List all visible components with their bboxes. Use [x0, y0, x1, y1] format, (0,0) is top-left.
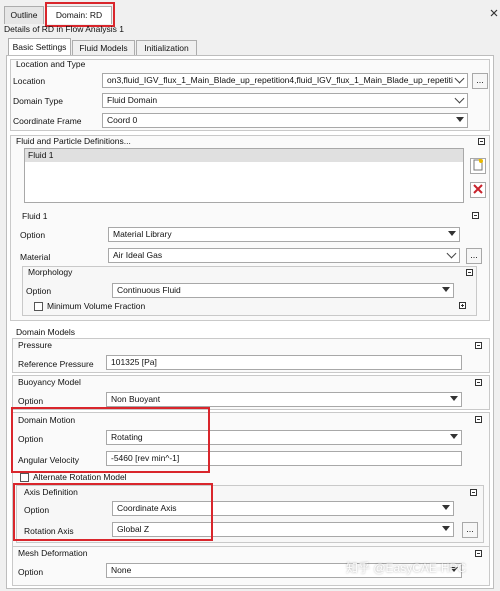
dropdown-arrow-icon	[450, 434, 458, 439]
location-label: Location	[13, 76, 46, 86]
more-label: ...	[476, 75, 484, 85]
tab-outline[interactable]: Outline	[4, 6, 44, 24]
buoyancy-option-value: Non Buoyant	[111, 394, 161, 404]
list-item-label: Fluid 1	[28, 150, 54, 160]
delete-fluid-button[interactable]	[470, 182, 486, 198]
fluid1-title: Fluid 1	[22, 211, 48, 221]
collapse-icon[interactable]	[478, 138, 485, 145]
coord-frame-label: Coordinate Frame	[13, 116, 82, 126]
location-arrow-bg	[453, 74, 467, 87]
mesh-option-value: None	[111, 565, 132, 575]
subtab-initialization[interactable]: Initialization	[136, 40, 197, 56]
subtab-fluid-models-label: Fluid Models	[79, 43, 128, 53]
more-label: ...	[466, 524, 474, 534]
collapse-icon[interactable]	[475, 379, 482, 386]
location-more-button[interactable]: ...	[472, 73, 488, 89]
dropdown-arrow-icon	[442, 526, 450, 531]
collapse-icon[interactable]	[470, 489, 477, 496]
min-volume-label: Minimum Volume Fraction	[47, 301, 146, 311]
domain-type-dropdown[interactable]: Fluid Domain	[102, 93, 468, 108]
more-label: ...	[470, 250, 478, 260]
ref-pressure-input[interactable]: 101325 [Pa]	[106, 355, 462, 370]
alt-rotation-checkbox[interactable]	[20, 473, 29, 482]
mesh-deformation-title: Mesh Deformation	[18, 548, 88, 558]
chevron-down-icon	[454, 94, 465, 104]
location-value: on3,fluid_IGV_flux_1_Main_Blade_up_repet…	[107, 75, 468, 85]
morph-option-label: Option	[26, 286, 52, 296]
chevron-down-icon	[454, 74, 465, 84]
rotation-axis-more-button[interactable]: ...	[462, 522, 478, 538]
material-value: Air Ideal Gas	[113, 250, 163, 260]
new-document-icon	[473, 158, 483, 171]
collapse-icon[interactable]	[475, 342, 482, 349]
ref-pressure-value: 101325 [Pa]	[111, 357, 157, 367]
coord-frame-dropdown[interactable]: Coord 0	[102, 113, 468, 128]
coord-frame-value: Coord 0	[107, 115, 138, 125]
morph-option-value: Continuous Fluid	[117, 285, 181, 295]
morph-option-dropdown[interactable]: Continuous Fluid	[112, 283, 454, 298]
collapse-icon[interactable]	[472, 212, 479, 219]
dropdown-arrow-icon	[456, 117, 464, 122]
domain-type-value: Fluid Domain	[107, 95, 158, 105]
ref-pressure-label: Reference Pressure	[18, 359, 94, 369]
mesh-option-label: Option	[18, 567, 44, 577]
delete-icon	[473, 184, 483, 194]
watermark: 知乎 @EasyCAE-HPC	[346, 561, 467, 575]
collapse-icon[interactable]	[466, 269, 473, 276]
location-dropdown[interactable]: on3,fluid_IGV_flux_1_Main_Blade_up_repet…	[102, 73, 468, 88]
material-label: Material	[20, 252, 51, 262]
dropdown-arrow-icon	[442, 287, 450, 292]
domain-type-label: Domain Type	[13, 96, 63, 106]
highlight-axis-definition	[13, 483, 213, 541]
dropdown-arrow-icon	[450, 396, 458, 401]
morphology-title: Morphology	[28, 267, 73, 277]
subtab-initialization-label: Initialization	[144, 43, 189, 53]
fluid-list[interactable]: Fluid 1	[24, 148, 464, 203]
fluid-option-dropdown[interactable]: Material Library	[108, 227, 460, 242]
pressure-title: Pressure	[18, 340, 53, 350]
collapse-icon[interactable]	[475, 416, 482, 423]
highlight-domain-motion	[11, 407, 210, 473]
material-more-button[interactable]: ...	[466, 248, 482, 264]
subtab-basic-label: Basic Settings	[12, 42, 67, 52]
fluid-definitions-title: Fluid and Particle Definitions...	[16, 136, 131, 146]
collapse-icon[interactable]	[475, 550, 482, 557]
fluid-option-value: Material Library	[113, 229, 172, 239]
buoyancy-title: Buoyancy Model	[18, 377, 81, 387]
domain-models-title: Domain Models	[16, 327, 76, 337]
list-item[interactable]: Fluid 1	[25, 149, 463, 162]
alt-rotation-label: Alternate Rotation Model	[33, 472, 127, 482]
buoyancy-option-label: Option	[18, 396, 44, 406]
dropdown-arrow-icon	[448, 231, 456, 236]
add-fluid-button[interactable]	[470, 158, 486, 174]
buoyancy-option-dropdown[interactable]: Non Buoyant	[106, 392, 462, 407]
dropdown-arrow-icon	[442, 505, 450, 510]
min-volume-checkbox[interactable]	[34, 302, 43, 311]
panel-close-icon[interactable]	[490, 9, 498, 19]
tab-outline-label: Outline	[10, 10, 38, 20]
fluid-option-label: Option	[20, 230, 46, 240]
location-type-title: Location and Type	[16, 59, 86, 69]
details-title: Details of RD in Flow Analysis 1	[4, 24, 124, 34]
chevron-down-icon	[446, 249, 457, 259]
subtab-basic-settings[interactable]: Basic Settings	[8, 38, 71, 56]
expand-icon[interactable]	[459, 302, 466, 309]
material-dropdown[interactable]: Air Ideal Gas	[108, 248, 460, 263]
subtab-fluid-models[interactable]: Fluid Models	[72, 40, 135, 56]
